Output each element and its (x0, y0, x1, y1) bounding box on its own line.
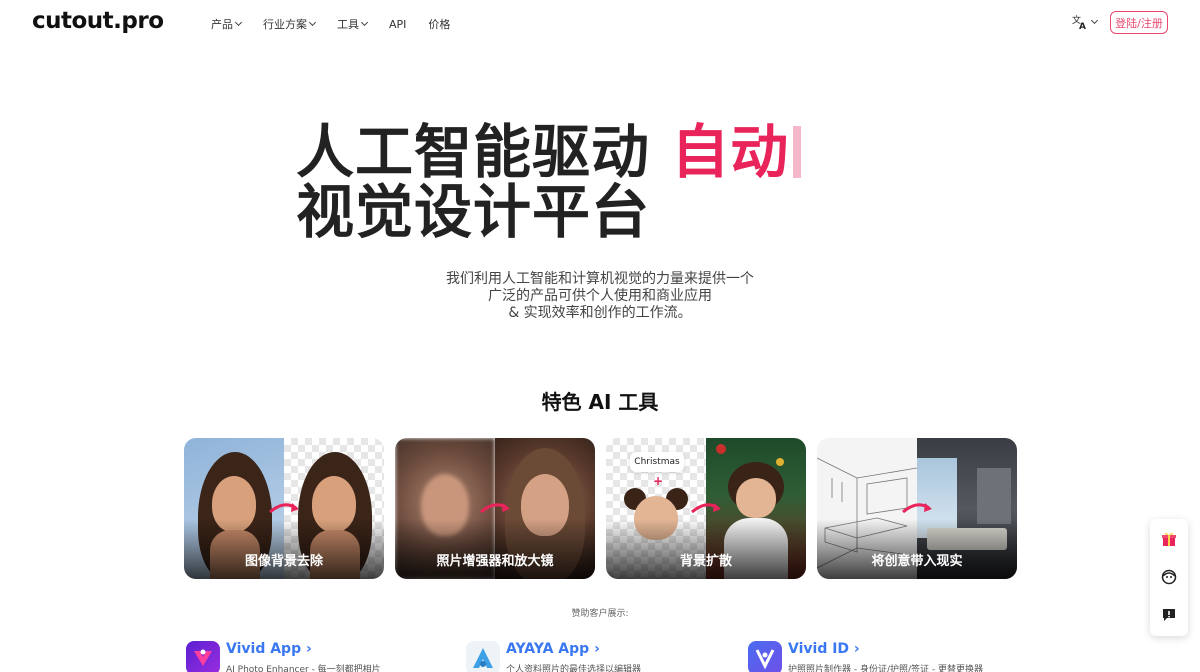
vivid-id-app-icon (748, 641, 782, 672)
nav-label: API (389, 17, 407, 31)
sponsor-apps: Vivid App › AI Photo Enhancer - 每一刻都把相片 … (186, 641, 1086, 672)
ayaya-app-icon (466, 641, 500, 672)
tool-card-photo-enhancer[interactable]: 照片增强器和放大镜 (395, 438, 595, 579)
nav-item-tools[interactable]: 工具 (337, 16, 369, 32)
main-nav: 产品 行业方案 工具 API 价格 (211, 16, 472, 32)
christmas-tag: Christmas (630, 452, 684, 472)
tool-card-remove-background[interactable]: 图像背景去除 (184, 438, 384, 579)
chevron-down-icon (308, 18, 317, 27)
card-label: 照片增强器和放大镜 (436, 554, 554, 569)
nav-label: 行业方案 (263, 18, 307, 31)
typing-cursor (793, 126, 802, 178)
gift-icon (1162, 532, 1176, 546)
hero-title-accent: 自动 (671, 118, 790, 186)
hero-subtitle-line: 广泛的产品可供个人使用和商业应用 (488, 288, 712, 304)
card-label: 图像背景去除 (244, 554, 323, 569)
chevron-right-icon: › (853, 641, 860, 657)
app-name: Vivid ID › (788, 641, 860, 657)
arrow-right-icon (902, 503, 932, 514)
nav-item-industry[interactable]: 行业方案 (263, 16, 317, 32)
app-vivid-id[interactable]: Vivid ID › 护照照片制作器 - 身份证/护照/签证 - 更替更换器 (748, 641, 983, 672)
app-ayaya[interactable]: AYAYA App › 个人资料照片的最佳选择以编辑器 (466, 641, 641, 672)
arrow-right-icon (269, 503, 299, 514)
app-text: Vivid App › AI Photo Enhancer - 每一刻都把相片 (226, 641, 381, 672)
nav-label: 工具 (337, 18, 359, 31)
hero-title: 人工智能驱动 自动 视觉设计平台 (296, 122, 802, 246)
chevron-down-icon (234, 18, 243, 27)
arrow-right-icon (480, 503, 510, 514)
tool-card-idea-to-reality[interactable]: 将创意带入现实 (817, 438, 1017, 579)
feedback-icon (1163, 609, 1175, 621)
card-shade (395, 519, 595, 579)
sponsor-label: 赞助客户展示: (571, 609, 629, 619)
app-vivid[interactable]: Vivid App › AI Photo Enhancer - 每一刻都把相片 (186, 641, 381, 672)
card-shade (817, 519, 1017, 579)
card-label: 背景扩散 (679, 554, 732, 569)
app-desc: 护照照片制作器 - 身份证/护照/签证 - 更替更换器 (788, 665, 984, 672)
nav-item-products[interactable]: 产品 (211, 16, 243, 32)
app-desc: 个人资料照片的最佳选择以编辑器 (506, 665, 642, 672)
logo[interactable]: cutout.pro (32, 8, 164, 34)
app-text: Vivid ID › 护照照片制作器 - 身份证/护照/签证 - 更替更换器 (788, 641, 983, 672)
support-face-icon (1161, 569, 1177, 585)
header: cutout.pro 产品 行业方案 工具 API 价格 文 A 登陆/注册 (0, 0, 1200, 44)
hero-subtitle: 我们利用人工智能和计算机视觉的力量来提供一个 广泛的产品可供个人使用和商业应用 … (0, 271, 1200, 322)
gift-button[interactable] (1159, 529, 1179, 549)
tool-cards: 图像背景去除 照片增强器和放大镜 Christmas + 背景扩散 将创意带入现… (184, 438, 1017, 579)
hero-subtitle-line: 我们利用人工智能和计算机视觉的力量来提供一个 (446, 271, 754, 287)
nav-label: 价格 (428, 18, 451, 31)
hero-title-text: 人工智能驱动 (296, 118, 672, 186)
translate-icon: 文 A (1072, 14, 1086, 30)
hero-title-line2: 视觉设计平台 (296, 178, 651, 246)
app-name: AYAYA App › (506, 641, 600, 657)
app-text: AYAYA App › 个人资料照片的最佳选择以编辑器 (506, 641, 641, 672)
vivid-app-icon (186, 641, 220, 672)
svg-text:A: A (1079, 22, 1086, 30)
plus-icon: + (653, 474, 664, 488)
support-button[interactable] (1159, 567, 1179, 587)
floating-side-panel (1150, 519, 1188, 636)
chevron-right-icon: › (305, 641, 312, 657)
login-register-button[interactable]: 登陆/注册 (1110, 11, 1168, 34)
chevron-right-icon: › (594, 641, 600, 657)
nav-item-pricing[interactable]: 价格 (428, 16, 450, 32)
arrow-right-icon (691, 503, 721, 514)
nav-label: 产品 (211, 18, 233, 31)
hero-title-line1: 人工智能驱动 自动 (296, 122, 802, 182)
feedback-button[interactable] (1159, 605, 1179, 625)
card-label: 将创意带入现实 (871, 554, 963, 569)
nav-item-api[interactable]: API (389, 16, 406, 32)
section-title: 特色 AI 工具 (541, 390, 659, 414)
card-shade (184, 519, 384, 579)
app-desc: AI Photo Enhancer - 每一刻都把相片 (226, 665, 381, 672)
chevron-down-icon (360, 18, 369, 27)
app-name: Vivid App › (226, 641, 312, 657)
tool-card-background-diffusion[interactable]: Christmas + 背景扩散 (606, 438, 806, 579)
chevron-down-icon (1090, 16, 1099, 25)
hero-subtitle-line: & 实现效率和创作的工作流。 (508, 305, 692, 321)
language-switcher[interactable]: 文 A (1072, 14, 1099, 30)
card-shade (606, 519, 806, 579)
